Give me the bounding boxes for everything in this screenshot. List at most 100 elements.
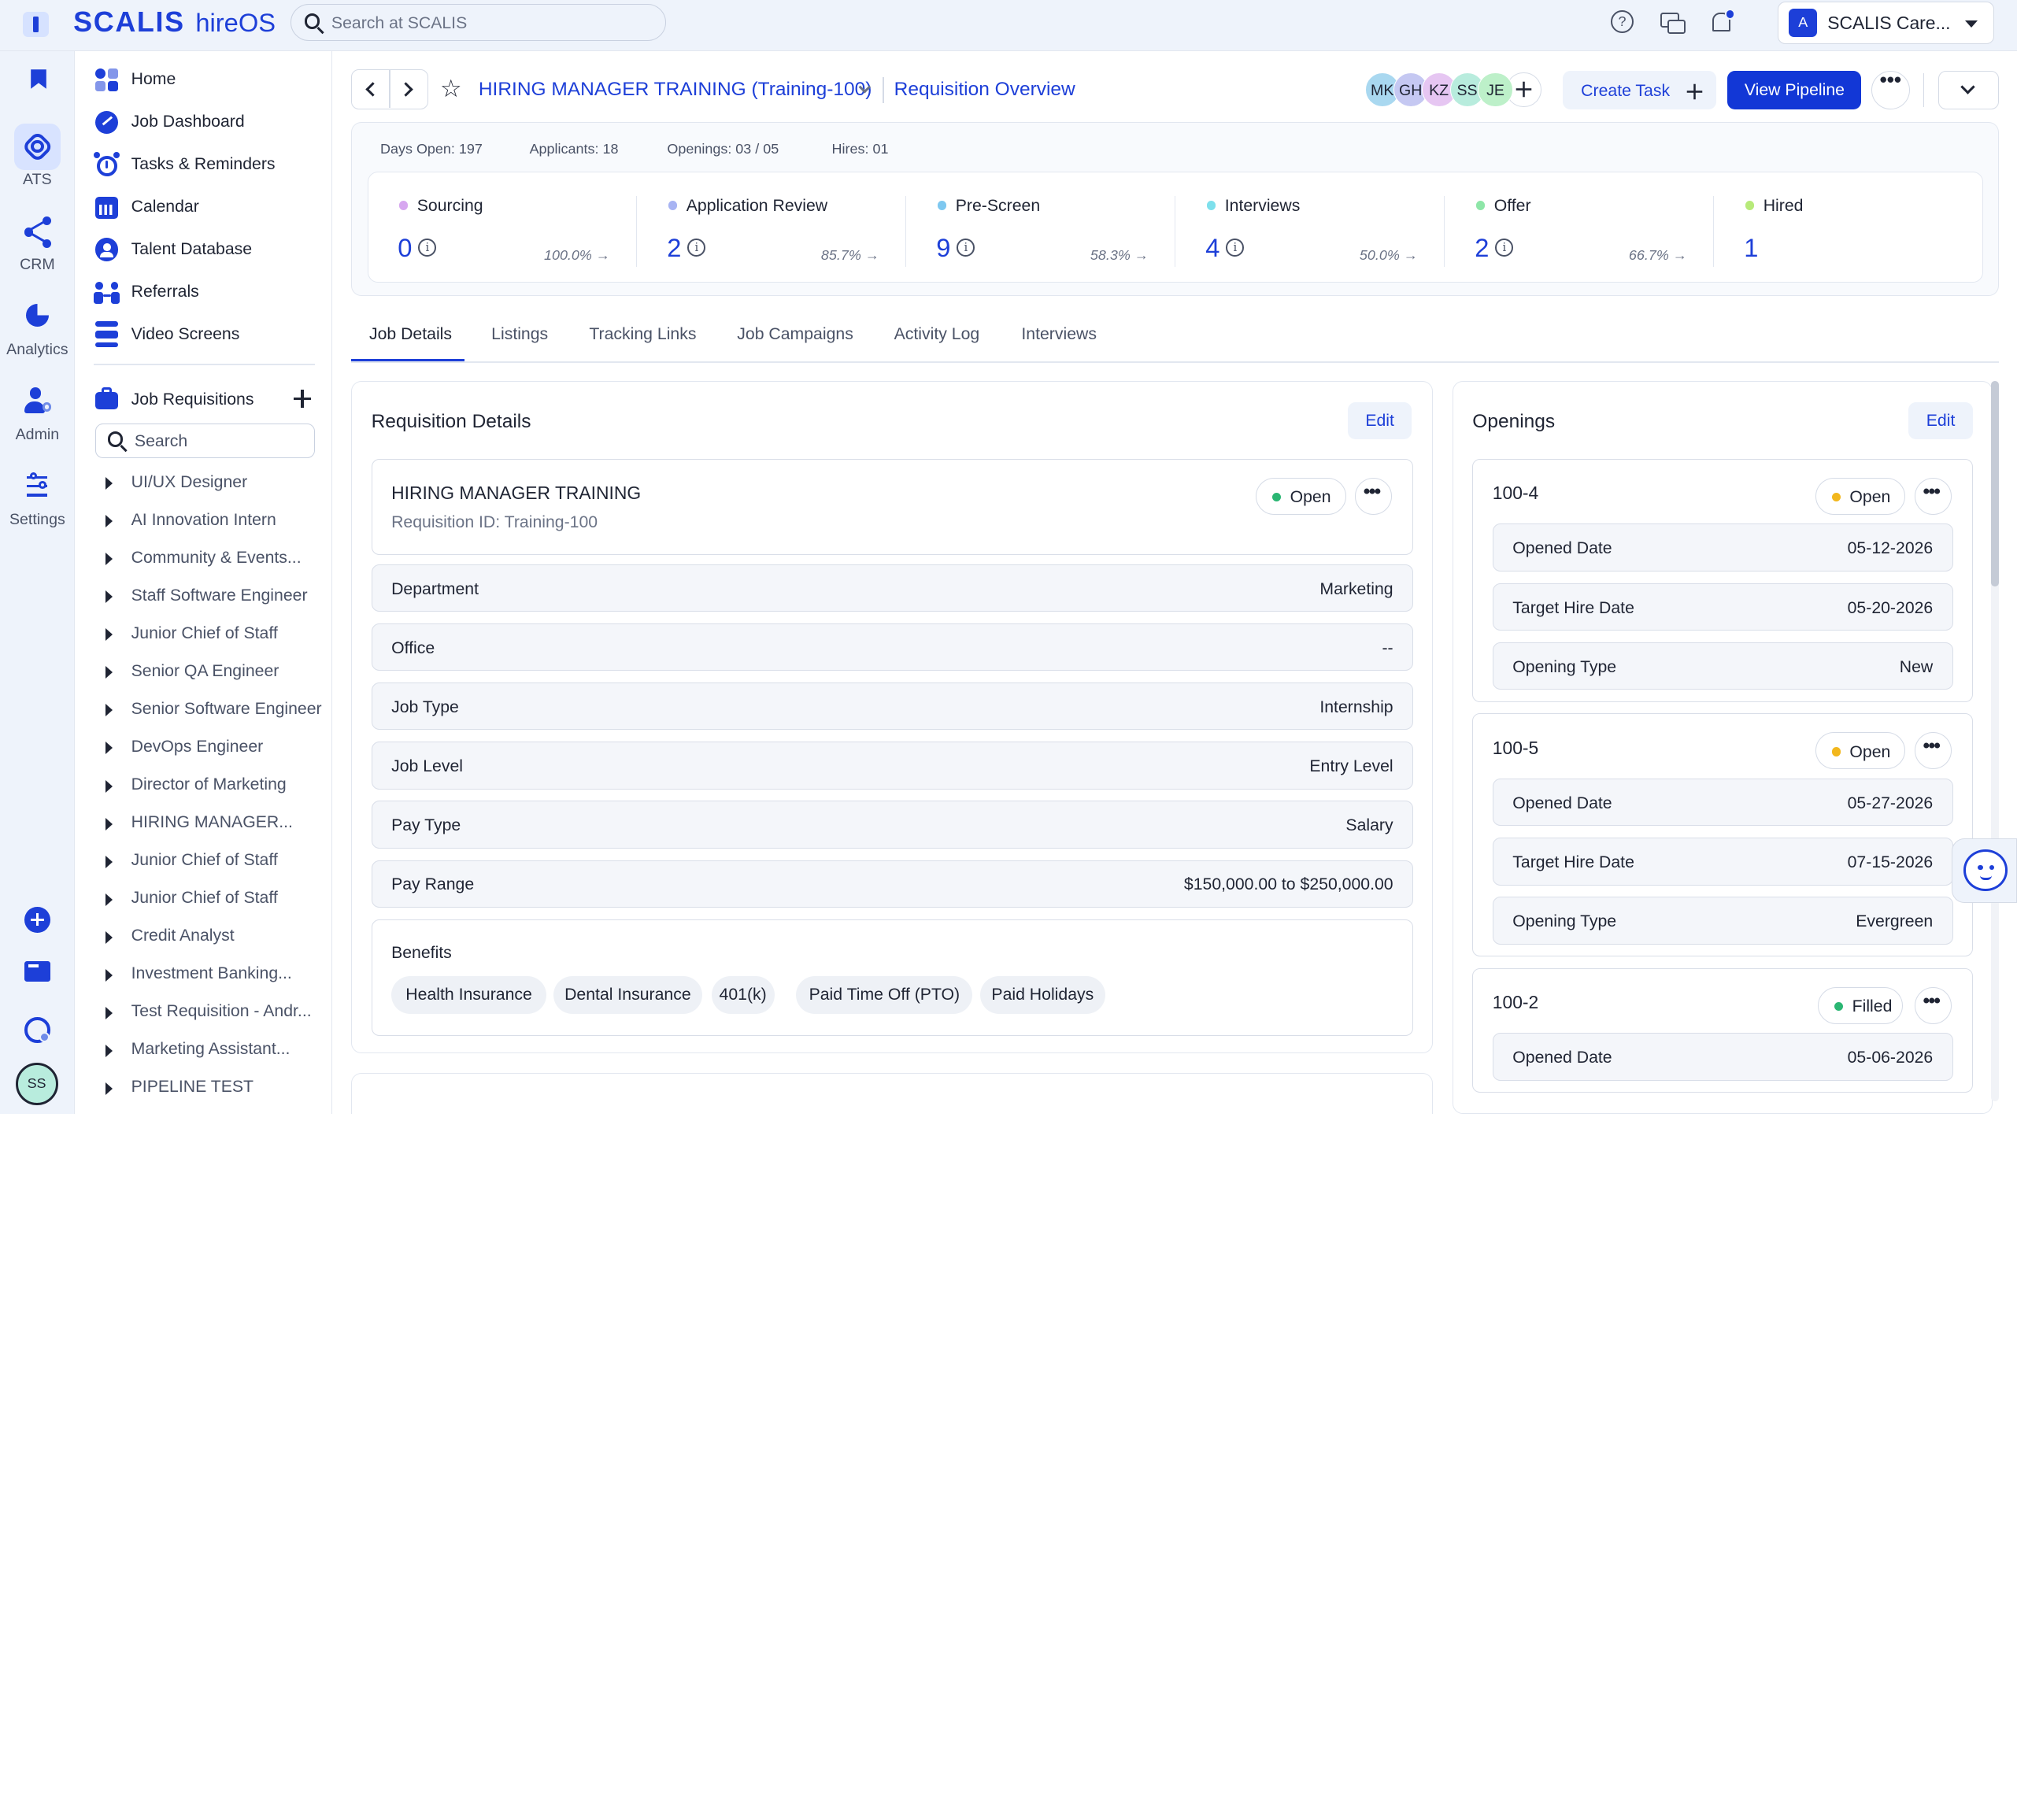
messages-icon[interactable] [1660,10,1686,35]
sidebar-item-video-screens[interactable]: Video Screens [94,318,319,351]
benefit-chip: Health Insurance [390,976,547,1014]
sidebar-toggle-icon[interactable] [23,11,50,38]
requisition-list-item[interactable]: Junior Chief of Staff [94,620,319,648]
info-icon[interactable]: i [1495,238,1514,257]
stage-dot [1475,201,1486,210]
sidebar-item-home[interactable]: Home [94,63,319,96]
star-icon[interactable]: ☆ [440,76,462,101]
edit-requisition-button[interactable]: Edit [1347,401,1412,440]
global-search-input[interactable]: Search at SCALIS [291,3,667,42]
requisition-list-item[interactable]: Staff Software Engineer [94,582,319,610]
requisition-name: Investment Banking... [131,964,292,983]
field-value: 05-12-2026 [1847,538,1934,558]
info-icon[interactable]: i [418,238,437,257]
plus-icon [1516,82,1532,98]
stage-interviews[interactable]: Interviews 4 i 50.0% → [1176,172,1445,283]
sidebar-item-label: Tasks & Reminders [131,154,276,174]
rail-item-bookmarks[interactable] [0,59,75,105]
stage-sourcing[interactable]: Sourcing 0 i 100.0% → [368,172,638,283]
back-icon[interactable] [365,82,380,97]
opening-more-button[interactable]: ••• [1914,732,1952,770]
status-badge[interactable]: Open [1815,477,1906,515]
rail-item-settings[interactable]: Settings [0,463,75,528]
sidebar-item-calendar[interactable]: Calendar [94,191,319,224]
requisition-list-item[interactable]: PIPELINE TEST [94,1073,319,1101]
caret-right-icon [105,742,113,755]
logo[interactable]: SCALIS [73,6,185,39]
collapse-button[interactable] [1938,70,2000,109]
opening-more-button[interactable]: ••• [1914,477,1952,515]
sidebar-item-tasks[interactable]: Tasks & Reminders [94,148,319,181]
requisition-list-item[interactable]: Junior Chief of Staff [94,884,319,912]
requisition-name: UI/UX Designer [131,472,248,491]
requisition-list-item[interactable]: Credit Analyst [94,922,319,950]
stage-hired[interactable]: Hired 1 [1715,172,1984,283]
info-icon[interactable]: i [1226,238,1245,257]
caret-right-icon [105,855,113,868]
requisition-list-item[interactable]: Investment Banking... [94,960,319,988]
requisition-list-item[interactable]: AI Innovation Intern [94,506,319,535]
stage-offer[interactable]: Offer 2 i 66.7% → [1445,172,1715,283]
stage-application-review[interactable]: Application Review 2 i 85.7% → [638,172,907,283]
tab-job-campaigns[interactable]: Job Campaigns [737,324,853,344]
status-badge[interactable]: Open [1815,732,1906,770]
requisition-list-item[interactable]: Test Requisition - Andr... [94,997,319,1026]
support-icon[interactable] [24,1017,50,1044]
tab-listings[interactable]: Listings [491,324,548,344]
inbox-icon[interactable] [24,960,50,982]
sidebar-item-label: Calendar [131,196,199,216]
more-actions-button[interactable]: ••• [1871,69,1911,109]
assistant-button[interactable] [1951,838,2017,904]
clock-icon [94,151,120,178]
requisition-more-button[interactable]: ••• [1354,477,1393,515]
requisition-name: Junior Chief of Staff [131,623,278,642]
requisition-search-input[interactable]: Search [94,423,316,458]
requisition-list-item[interactable]: UI/UX Designer [94,468,319,497]
info-icon[interactable]: i [957,238,975,257]
stage-name: Hired [1763,195,1804,215]
requisition-list-item[interactable]: Junior Chief of Staff [94,846,319,875]
tab-activity-log[interactable]: Activity Log [894,324,980,344]
requisition-list-item[interactable]: Director of Marketing [94,771,319,799]
help-icon[interactable]: ? [1610,10,1634,34]
member-avatar[interactable]: JE [1478,72,1513,107]
requisition-list-item[interactable]: Community & Events... [94,544,319,572]
add-requisition-icon[interactable] [293,390,312,408]
user-avatar[interactable]: SS [15,1062,58,1105]
tab-interviews[interactable]: Interviews [1021,324,1097,344]
rail-item-admin[interactable]: Admin [0,378,75,443]
status-badge[interactable]: Filled [1818,986,1904,1024]
rail-item-ats[interactable]: ATS [0,123,75,189]
tab-tracking-links[interactable]: Tracking Links [589,324,696,344]
stage-pre-screen[interactable]: Pre-Screen 9 i 58.3% → [907,172,1176,283]
org-logo: A [1789,8,1818,37]
sidebar-item-job-dashboard[interactable]: Job Dashboard [94,105,319,139]
stage-count: 4 [1205,233,1220,263]
requisition-list-item[interactable]: Marketing Assistant... [94,1035,319,1064]
caret-right-icon [105,1006,113,1019]
job-requisitions-header[interactable]: Job Requisitions [94,383,319,414]
field-value: 05-27-2026 [1847,793,1934,812]
requisition-list-item[interactable]: Senior QA Engineer [94,657,319,686]
status-badge[interactable]: Open [1256,477,1346,515]
forward-icon[interactable] [398,82,413,97]
info-icon[interactable]: i [687,238,706,257]
requisition-list-item[interactable]: HIRING MANAGER... [94,808,319,837]
benefit-chip: Paid Holidays [980,976,1105,1014]
stage-count: 0 [398,233,413,263]
sidebar-item-talent-database[interactable]: Talent Database [94,233,319,266]
edit-openings-button[interactable]: Edit [1908,401,1973,440]
opening-more-button[interactable]: ••• [1914,986,1952,1024]
tab-job-details[interactable]: Job Details [369,324,452,344]
requisition-list-item[interactable]: DevOps Engineer [94,733,319,761]
org-switcher[interactable]: A SCALIS Care... [1778,1,1994,44]
caret-right-icon [105,893,113,906]
add-circle-icon[interactable] [24,906,50,933]
requisition-list-item[interactable]: Senior Software Engineer [94,695,322,723]
view-pipeline-button[interactable]: View Pipeline [1727,70,1862,109]
rail-item-analytics[interactable]: Analytics [0,294,75,359]
rail-item-crm[interactable]: CRM [0,209,75,274]
create-task-button[interactable]: Create Task [1563,70,1716,109]
scrollbar-thumb[interactable] [1991,380,2000,587]
sidebar-item-referrals[interactable]: Referrals [94,276,319,309]
